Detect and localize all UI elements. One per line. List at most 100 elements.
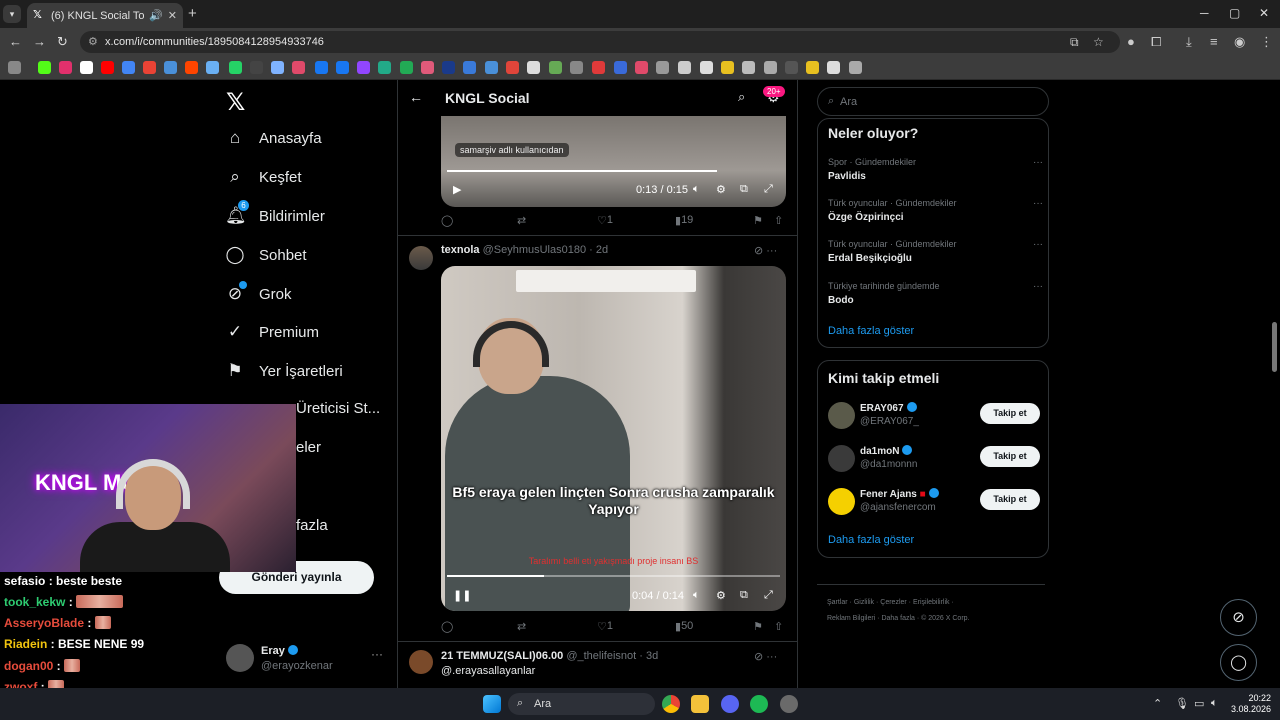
sidebar-item-explore[interactable]: ⌕ Keşfet (225, 167, 301, 187)
avatar[interactable] (409, 650, 433, 674)
bookmark-icon[interactable] (164, 61, 177, 74)
back-button[interactable]: ← (9, 34, 22, 49)
trend-item[interactable]: Türk oyuncular · Gündemdekiler Erdal Beş… (828, 239, 1043, 264)
bookmark-icon[interactable] (742, 61, 755, 74)
show-more-link[interactable]: Daha fazla göster (828, 325, 914, 337)
display-icon[interactable]: ▭ (1194, 697, 1204, 710)
sidebar-item-chat[interactable]: ◯ Sohbet (225, 245, 306, 265)
new-tab-button[interactable]: + (188, 5, 197, 22)
footer-links[interactable]: Reklam Bilgileri · Daha fazla · © 2026 X… (827, 615, 970, 622)
bookmark-icon[interactable] (336, 61, 349, 74)
close-tab-icon[interactable]: ✕ (168, 9, 177, 22)
bookmark-icon[interactable] (271, 61, 284, 74)
like-button[interactable]: ♡ 1 (597, 214, 613, 227)
bookmark-icon[interactable] (421, 61, 434, 74)
search-input[interactable]: ⌕ Ara (817, 87, 1049, 116)
bookmark-icon[interactable] (206, 61, 219, 74)
repost-icon[interactable]: ⇄ (517, 214, 526, 227)
trend-item[interactable]: Türk oyuncular · Gündemdekiler Özge Özpi… (828, 198, 1043, 223)
volume-icon[interactable]: 🔈︎ (693, 589, 700, 602)
more-icon[interactable]: ··· (1033, 239, 1043, 250)
avatar[interactable] (409, 246, 433, 270)
sidebar-item-notifications[interactable]: 🔔︎ 6 Bildirimler (225, 200, 325, 226)
menu-icon[interactable]: ⋮ (1260, 34, 1273, 50)
sidebar-item-grok[interactable]: ⊘ Grok (225, 281, 292, 304)
profile-icon[interactable]: ◉ (1234, 34, 1245, 50)
bookmark-icon[interactable] (59, 61, 72, 74)
star-icon[interactable]: ☆ (1093, 35, 1104, 49)
reading-list-icon[interactable]: ≡ (1210, 34, 1218, 49)
tray-chevron-icon[interactable]: ⌃ (1153, 697, 1162, 710)
follow-button[interactable]: Takip et (980, 489, 1040, 510)
site-info-icon[interactable]: ⚙ (88, 35, 98, 48)
bookmark-icon[interactable] (764, 61, 777, 74)
bookmark-icon[interactable]: ⚑ (753, 214, 763, 227)
extension-icon[interactable]: ● (1127, 34, 1135, 49)
trend-item[interactable]: Türkiye tarihinde gündemde Bodo ··· (828, 281, 1043, 306)
author-name[interactable]: texnola (441, 244, 480, 256)
bookmark-icon[interactable] (592, 61, 605, 74)
bookmark-icon[interactable] (80, 61, 93, 74)
settings-icon[interactable]: ⚙ (716, 183, 726, 196)
bookmark-icon[interactable] (463, 61, 476, 74)
bookmark-icon[interactable] (806, 61, 819, 74)
apps-icon[interactable] (8, 61, 21, 74)
bookmark-icon[interactable] (785, 61, 798, 74)
windows-start-icon[interactable] (483, 695, 501, 713)
avatar[interactable] (828, 488, 855, 515)
follow-suggestion[interactable]: Fener Ajans ■ @ajansfenercom Takip et (828, 485, 1040, 517)
follow-button[interactable]: Takip et (980, 446, 1040, 467)
grok-icon[interactable]: ⊘ ··· (754, 244, 777, 257)
chrome-icon[interactable] (662, 695, 680, 713)
file-explorer-icon[interactable] (691, 695, 709, 713)
share-icon[interactable]: ⇧ (774, 620, 783, 633)
mic-icon[interactable]: 🎙︎ (1175, 697, 1189, 710)
bookmark-icon[interactable] (570, 61, 583, 74)
volume-icon[interactable]: 🔈︎ (1211, 697, 1218, 710)
follow-button[interactable]: Takip et (980, 403, 1040, 424)
more-icon[interactable]: ··· (1033, 281, 1043, 292)
more-icon[interactable]: ··· (371, 647, 383, 661)
sidebar-item-bookmarks[interactable]: ⚑ Yer İşaretleri (225, 361, 342, 381)
author-handle[interactable]: @SeyhmusUlas0180 (483, 244, 587, 256)
footer-links[interactable]: Şartlar · Gizlilik · Çerezler · Erişileb… (827, 599, 954, 606)
bookmark-icon[interactable]: ⚑ (753, 620, 763, 633)
bookmark-icon[interactable] (614, 61, 627, 74)
play-icon[interactable]: ▶ (453, 183, 461, 196)
pause-icon[interactable]: ❚❚ (453, 589, 471, 602)
tab-search-button[interactable]: ▾ (3, 5, 21, 23)
x-logo-icon[interactable]: 𝕏 (226, 88, 245, 117)
steam-icon[interactable] (780, 695, 798, 713)
follow-suggestion[interactable]: ERAY067 @ERAY067_ Takip et (828, 399, 1040, 431)
forward-button[interactable]: → (33, 34, 46, 49)
follow-suggestion[interactable]: da1moN @da1monnn Takip et (828, 442, 1040, 474)
bookmark-icon[interactable] (38, 61, 51, 74)
reply-icon[interactable]: ◯ (441, 620, 453, 633)
bookmark-icon[interactable] (656, 61, 669, 74)
url-field[interactable]: ⚙ x.com/i/communities/189508412895493374… (80, 31, 1120, 53)
bookmark-icon[interactable] (378, 61, 391, 74)
bookmark-icon[interactable] (635, 61, 648, 74)
taskbar-search[interactable]: ⌕ Ara (508, 693, 655, 715)
bookmark-icon[interactable] (229, 61, 242, 74)
bookmark-icon[interactable] (292, 61, 305, 74)
avatar[interactable] (828, 445, 855, 472)
scrollbar[interactable] (1272, 322, 1277, 372)
show-more-link[interactable]: Daha fazla göster (828, 534, 914, 546)
bookmark-icon[interactable] (400, 61, 413, 74)
clock[interactable]: 20:22 3.08.2026 (1231, 693, 1271, 715)
install-icon[interactable]: ⧉ (1070, 35, 1079, 50)
bookmark-icon[interactable] (315, 61, 328, 74)
sidebar-item-premium[interactable]: ✓ Premium (225, 322, 319, 342)
fullscreen-icon[interactable]: ⤢ (764, 589, 773, 602)
sidebar-item-creator-studio[interactable]: Üreticisi St... (296, 400, 380, 417)
bookmark-icon[interactable] (506, 61, 519, 74)
fullscreen-icon[interactable]: ⤢ (764, 183, 773, 196)
sidebar-item-home[interactable]: ⌂ Anasayfa (225, 128, 322, 148)
bookmark-icon[interactable] (357, 61, 370, 74)
author-handle[interactable]: @_thelifeisnot (566, 650, 636, 662)
speaker-icon[interactable]: 🔊 (149, 9, 163, 22)
bookmark-icon[interactable] (485, 61, 498, 74)
bookmark-icon[interactable] (700, 61, 713, 74)
bookmark-icon[interactable] (827, 61, 840, 74)
